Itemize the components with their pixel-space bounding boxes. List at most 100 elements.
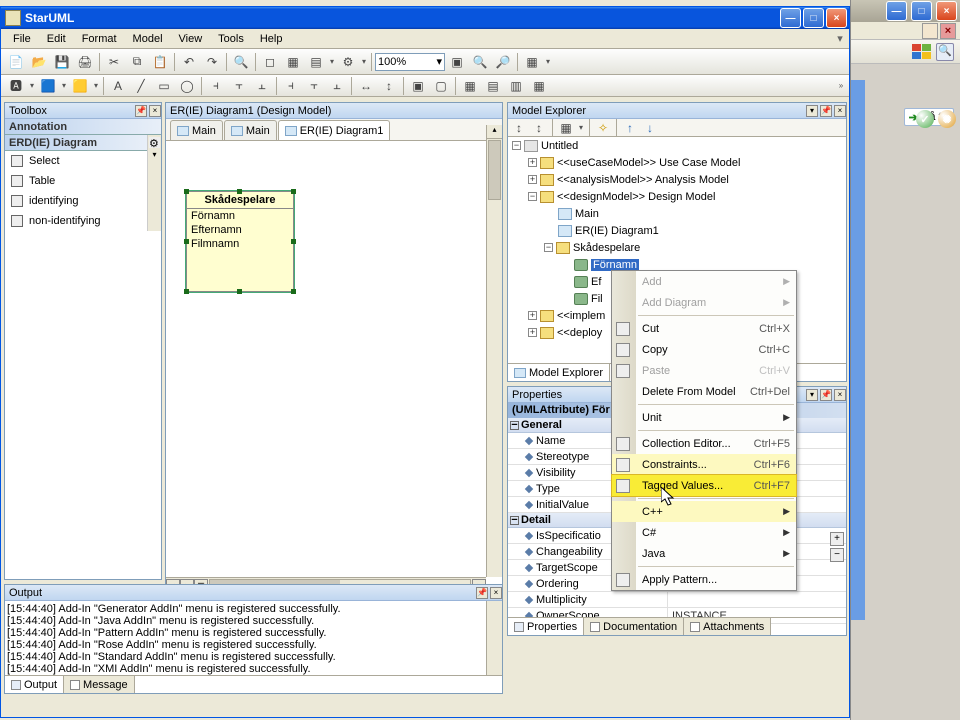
gen-icon[interactable]: ⚙: [337, 51, 359, 73]
canvas[interactable]: Skådespelare Förnamn Efternamn Filmnamn: [166, 141, 486, 577]
tab-message[interactable]: Message: [64, 676, 135, 693]
win-icon[interactable]: ▦: [528, 75, 550, 97]
ctx-java[interactable]: Java▶: [612, 543, 796, 564]
zoom-actual-icon[interactable]: ▣: [446, 51, 468, 73]
ctx-c-[interactable]: C#▶: [612, 522, 796, 543]
pin-icon[interactable]: 📌: [135, 105, 147, 117]
menu-file[interactable]: File: [5, 31, 39, 47]
panel-pin-icon[interactable]: 📌: [820, 105, 832, 117]
maximize-button[interactable]: □: [803, 8, 824, 28]
align-c-icon[interactable]: ⫟: [228, 75, 250, 97]
out-pin-icon[interactable]: 📌: [476, 587, 488, 599]
add-button[interactable]: +: [830, 532, 844, 546]
windows-flag-icon[interactable]: [908, 41, 936, 63]
props-menu-icon[interactable]: ▾: [806, 389, 818, 401]
output-vscroll[interactable]: [486, 601, 502, 675]
bg-close[interactable]: ×: [936, 1, 957, 21]
ctx-c-[interactable]: C++▶: [612, 501, 796, 522]
print-icon[interactable]: 🖨: [74, 51, 96, 73]
menu-view[interactable]: View: [171, 31, 211, 47]
bg-maximize[interactable]: □: [911, 1, 932, 21]
tool-non-identifying[interactable]: non-identifying: [5, 211, 147, 231]
tab-properties[interactable]: Properties: [508, 618, 584, 635]
align-t-icon[interactable]: ⫞: [280, 75, 302, 97]
group-icon[interactable]: ▦: [459, 75, 481, 97]
front-icon[interactable]: ▣: [407, 75, 429, 97]
align-m-icon[interactable]: ⫟: [303, 75, 325, 97]
copy-icon[interactable]: ⧉: [126, 51, 148, 73]
align-r-icon[interactable]: ⫠: [251, 75, 273, 97]
find-icon[interactable]: 🔍: [230, 51, 252, 73]
zoom-combo[interactable]: 100%▾: [375, 53, 445, 71]
layout-icon[interactable]: ▤: [305, 51, 327, 73]
tab-output[interactable]: Output: [5, 676, 64, 693]
line-icon[interactable]: ╱: [130, 75, 152, 97]
ok-icon[interactable]: ✓: [916, 110, 934, 128]
dist-v-icon[interactable]: ↕: [378, 75, 400, 97]
tab-erdiagram[interactable]: ER(IE) Diagram1: [278, 120, 391, 140]
ctx-apply-pattern-[interactable]: Apply Pattern...: [612, 569, 796, 590]
ctx-collection-editor-[interactable]: Collection Editor...Ctrl+F5: [612, 433, 796, 454]
color-icon[interactable]: 🟦: [37, 75, 59, 97]
zoom-in-icon[interactable]: 🔍: [469, 51, 491, 73]
select-icon[interactable]: ◻: [259, 51, 281, 73]
sort2-icon[interactable]: ↕: [530, 120, 548, 136]
ctx-constraints-[interactable]: Constraints...Ctrl+F6: [612, 454, 796, 475]
font-icon[interactable]: 🅰: [5, 75, 27, 97]
ctx-delete-from-model[interactable]: Delete From ModelCtrl+Del: [612, 381, 796, 402]
ellipse-icon[interactable]: ◯: [176, 75, 198, 97]
menu-help[interactable]: Help: [252, 31, 291, 47]
search-icon[interactable]: 🔍: [936, 43, 954, 61]
back-icon[interactable]: ▢: [430, 75, 452, 97]
tab-model-explorer[interactable]: Model Explorer: [508, 364, 610, 381]
prop-multiplicity[interactable]: Multiplicity: [508, 592, 846, 608]
menu-format[interactable]: Format: [74, 31, 125, 47]
panel-menu-icon[interactable]: ▾: [806, 105, 818, 117]
close-button[interactable]: ×: [826, 8, 847, 28]
minimize-button[interactable]: —: [780, 8, 801, 28]
nav-icon[interactable]: ✧: [594, 120, 612, 136]
down-icon[interactable]: ↓: [641, 120, 659, 136]
ctx-unit[interactable]: Unit▶: [612, 407, 796, 428]
new-icon[interactable]: 📄: [5, 51, 27, 73]
ctx-cut[interactable]: CutCtrl+X: [612, 318, 796, 339]
align-l-icon[interactable]: ⫞: [205, 75, 227, 97]
paste-icon[interactable]: 📋: [149, 51, 171, 73]
toolbox-opt-icon[interactable]: ⚙: [149, 137, 160, 148]
tile-icon[interactable]: ▥: [505, 75, 527, 97]
text-icon[interactable]: A: [107, 75, 129, 97]
filter-icon[interactable]: ▦: [557, 120, 575, 136]
cascade-icon[interactable]: ▤: [482, 75, 504, 97]
tool-table[interactable]: Table: [5, 171, 147, 191]
menu-edit[interactable]: Edit: [39, 31, 74, 47]
rect-icon[interactable]: ▭: [153, 75, 175, 97]
redo-icon[interactable]: ↷: [201, 51, 223, 73]
entity-skadespelare[interactable]: Skådespelare Förnamn Efternamn Filmnamn: [186, 191, 294, 292]
align-b-icon[interactable]: ⫠: [326, 75, 348, 97]
panel-close-icon[interactable]: ×: [149, 105, 161, 117]
save-icon[interactable]: 💾: [51, 51, 73, 73]
menu-tools[interactable]: Tools: [210, 31, 252, 47]
canvas-vscroll[interactable]: ▴: [486, 125, 502, 577]
tool-identifying[interactable]: identifying: [5, 191, 147, 211]
ctx-tagged-values-[interactable]: Tagged Values...Ctrl+F7: [612, 475, 796, 496]
panel-close-icon[interactable]: ×: [834, 105, 846, 117]
undo-icon[interactable]: ↶: [178, 51, 200, 73]
bg-close2[interactable]: ×: [940, 23, 956, 39]
tab-main1[interactable]: Main: [170, 120, 223, 140]
cut-icon[interactable]: ✂: [103, 51, 125, 73]
props-close-icon[interactable]: ×: [834, 389, 846, 401]
menu-model[interactable]: Model: [125, 31, 171, 47]
zoom-fit-icon[interactable]: ▦: [282, 51, 304, 73]
tab-attachments[interactable]: Attachments: [684, 618, 771, 635]
props-pin-icon[interactable]: 📌: [820, 389, 832, 401]
toolbar-overflow[interactable]: »: [837, 81, 845, 90]
dist-h-icon[interactable]: ↔: [355, 75, 377, 97]
bg-minimize[interactable]: —: [886, 1, 907, 21]
sort-icon[interactable]: ↕: [510, 120, 528, 136]
open-icon[interactable]: 📂: [28, 51, 50, 73]
out-close-icon[interactable]: ×: [490, 587, 502, 599]
zoom-out-icon[interactable]: 🔎: [492, 51, 514, 73]
up-icon[interactable]: ↑: [621, 120, 639, 136]
fill-icon[interactable]: 🟨: [69, 75, 91, 97]
